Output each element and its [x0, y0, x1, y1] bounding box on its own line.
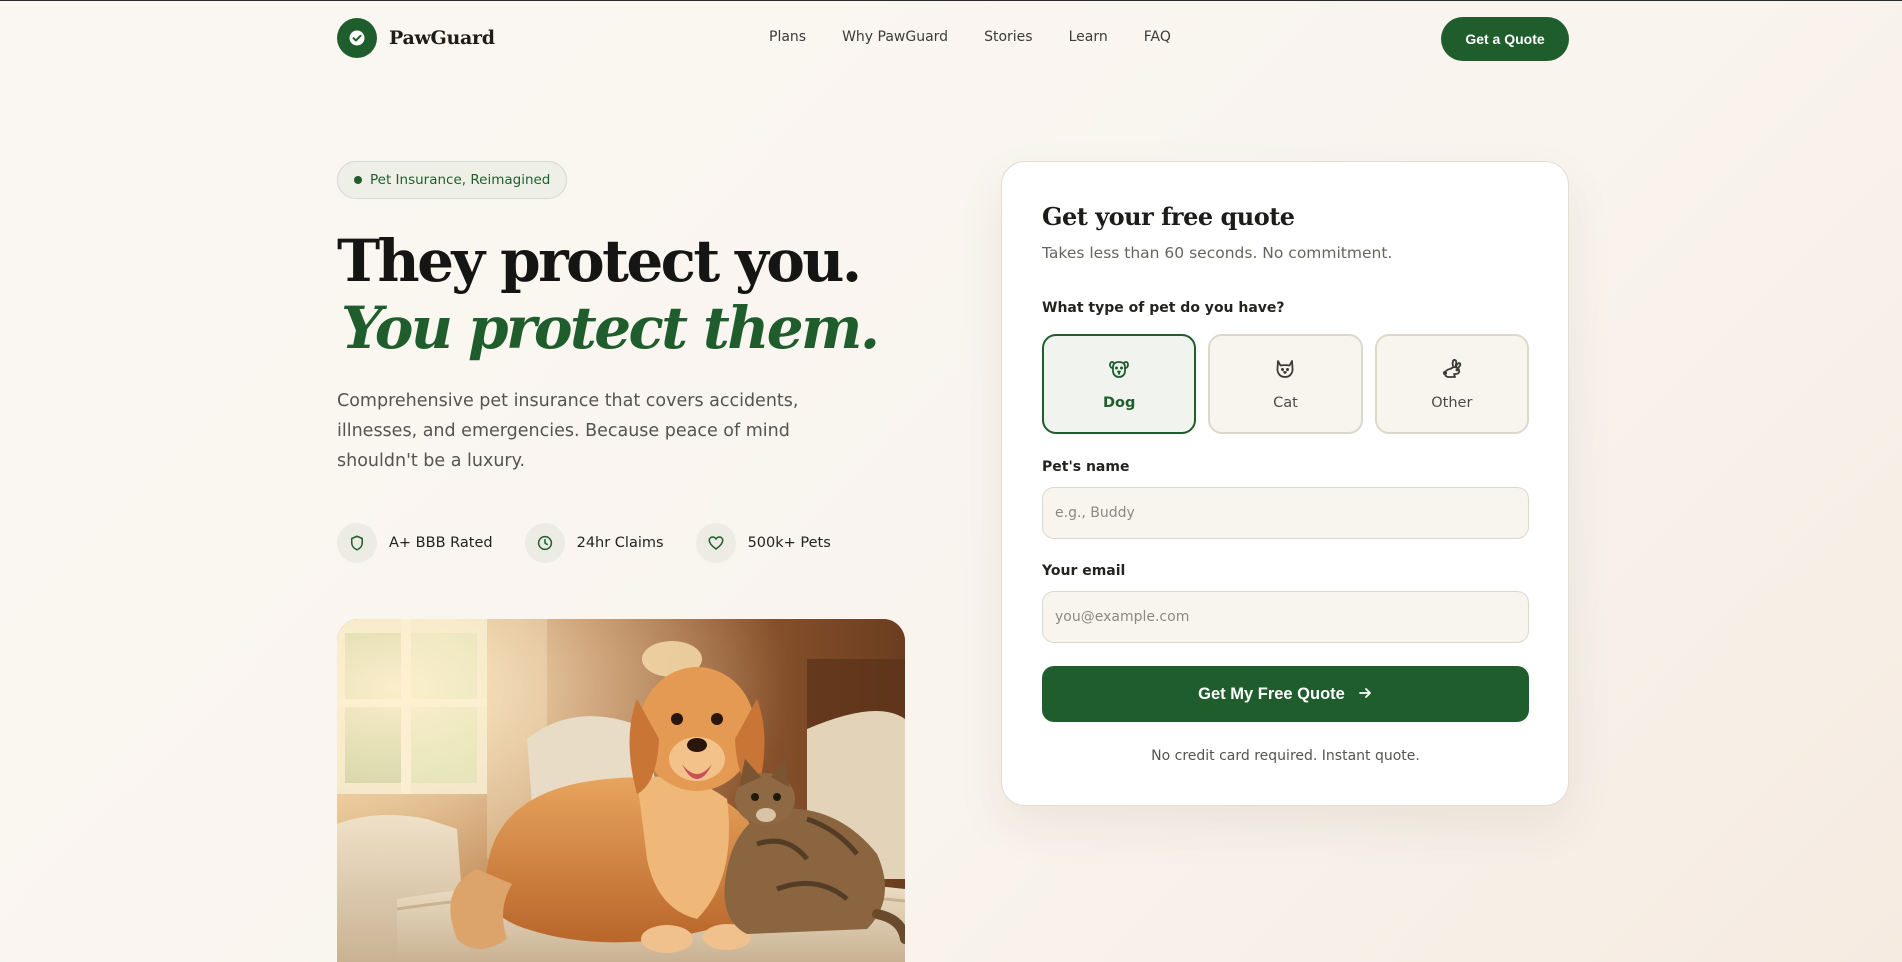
email-label: Your email	[1042, 563, 1126, 579]
shield-icon	[337, 523, 377, 563]
rabbit-icon	[1440, 357, 1464, 385]
nav-link-why-pawguard[interactable]: Why PawGuard	[842, 29, 948, 45]
get-a-quote-button[interactable]: Get a Quote	[1441, 17, 1569, 61]
hero-description: Comprehensive pet insurance that covers …	[337, 391, 799, 471]
pill-text: Pet Insurance, Reimagined	[370, 172, 551, 188]
pet-option-cat[interactable]: Cat	[1208, 334, 1363, 434]
submit-label: Get My Free Quote	[1198, 684, 1345, 703]
arrow-right-icon	[1357, 685, 1373, 704]
email-input[interactable]	[1042, 591, 1529, 643]
get-my-free-quote-button[interactable]: Get My Free Quote	[1042, 666, 1529, 722]
pet-option-label: Other	[1431, 395, 1473, 411]
headline-line-1: They protect you.	[337, 227, 862, 295]
trust-badge-claims: 24hr Claims	[524, 523, 664, 563]
nav-link-faq[interactable]: FAQ	[1144, 29, 1171, 45]
trust-badge-label: 24hr Claims	[576, 535, 664, 551]
quote-form-title: Get your free quote	[1042, 202, 1295, 231]
clock-icon	[524, 523, 565, 563]
category-pill: Pet Insurance, Reimagined	[337, 161, 568, 199]
cat-icon	[1273, 357, 1297, 385]
pet-option-label: Cat	[1273, 395, 1298, 411]
hero-photo-dog-and-cat	[337, 619, 905, 962]
fine-print: No credit card required. Instant quote.	[1151, 748, 1420, 764]
pill-dot	[354, 176, 362, 184]
top-border	[0, 0, 1902, 1]
trust-badges: A+ BBB Rated 24hr Claims 500k+ Pets	[337, 523, 863, 563]
trust-badge-label: 500k+ Pets	[747, 535, 831, 551]
brand-logo[interactable]: PawGuard	[337, 18, 495, 58]
brand-name: PawGuard	[389, 27, 495, 49]
trust-badge-pets: 500k+ Pets	[695, 523, 831, 563]
trust-badge-bbb: A+ BBB Rated	[337, 523, 493, 563]
pet-option-other[interactable]: Other	[1374, 334, 1529, 434]
pet-name-input[interactable]	[1042, 487, 1529, 539]
nav-link-learn[interactable]: Learn	[1069, 29, 1108, 45]
pet-option-dog[interactable]: Dog	[1042, 334, 1197, 434]
pet-name-label: Pet's name	[1042, 459, 1130, 475]
dog-icon	[1107, 357, 1131, 385]
nav-links: Plans Why PawGuard Stories Learn FAQ	[769, 29, 1207, 45]
top-nav: PawGuard Plans Why PawGuard Stories Lear…	[337, 17, 1569, 61]
pet-type-question: What type of pet do you have?	[1042, 300, 1285, 316]
headline-line-2: You protect them.	[341, 294, 880, 362]
pet-type-options: Dog Cat Other	[1042, 334, 1529, 434]
check-icon	[337, 18, 377, 58]
quote-form-subtitle: Takes less than 60 seconds. No commitmen…	[1042, 244, 1393, 262]
pet-option-label: Dog	[1102, 395, 1136, 411]
quote-form-card: Get your free quote Takes less than 60 s…	[1001, 161, 1569, 806]
nav-link-stories[interactable]: Stories	[984, 29, 1033, 45]
nav-link-plans[interactable]: Plans	[769, 29, 806, 45]
heart-icon	[695, 523, 736, 563]
trust-badge-label: A+ BBB Rated	[389, 535, 493, 551]
